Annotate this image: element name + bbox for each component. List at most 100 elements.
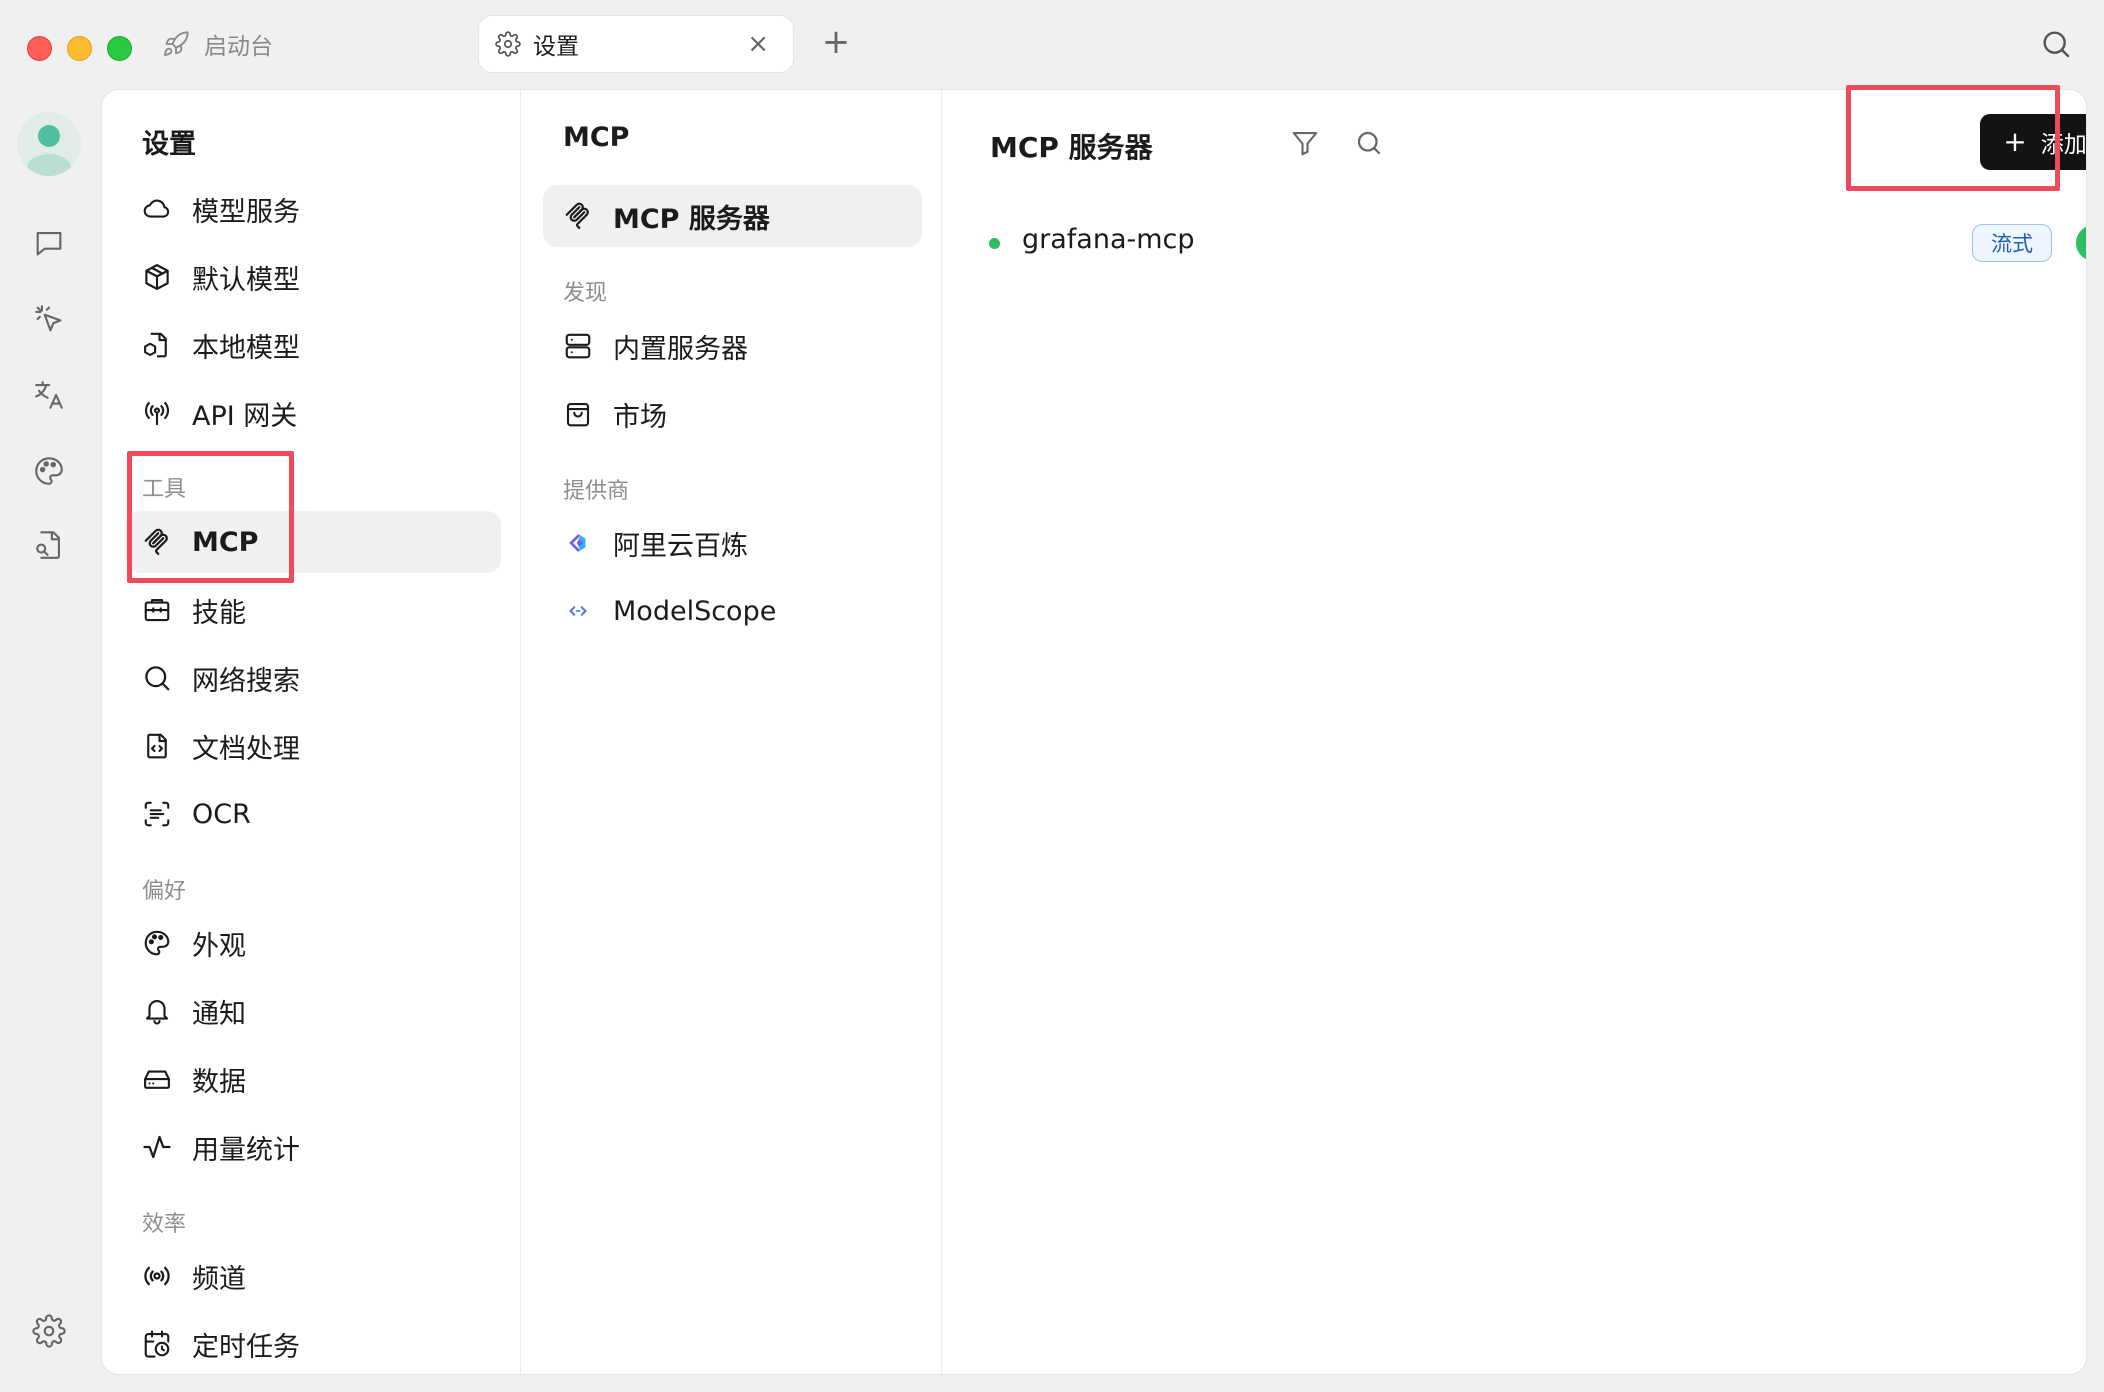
palette-icon xyxy=(142,928,172,958)
subnav-item-label: 市场 xyxy=(613,401,667,433)
subnav-item-marketplace[interactable]: 市场 xyxy=(521,383,921,445)
file-search-icon[interactable] xyxy=(32,528,66,562)
sidebar-item-label: 用量统计 xyxy=(192,1134,300,1166)
translate-icon[interactable] xyxy=(32,378,66,412)
toolbox-icon xyxy=(142,595,172,625)
section-label-preferences: 偏好 xyxy=(142,879,187,904)
sidebar-item-label: MCP xyxy=(192,526,259,558)
sidebar-item-label: API 网关 xyxy=(192,400,298,432)
pointer-click-icon[interactable] xyxy=(32,302,66,336)
drive-icon xyxy=(142,1064,172,1094)
settings-gear-icon[interactable] xyxy=(32,1314,66,1348)
window-maximize-button[interactable] xyxy=(107,36,132,61)
mcp-servers-main: MCP 服务器 + 添加 grafana-mcp 流式 xyxy=(942,90,2086,1374)
sidebar-item-usage-stats[interactable]: 用量统计 xyxy=(102,1116,501,1178)
sidebar-item-notifications[interactable]: 通知 xyxy=(102,980,501,1042)
window-minimize-button[interactable] xyxy=(67,36,92,61)
document-code-icon xyxy=(142,731,172,761)
subnav-item-modelscope[interactable]: ModelScope xyxy=(521,580,921,642)
section-label-tools: 工具 xyxy=(142,477,187,502)
section-label-efficiency: 效率 xyxy=(142,1212,187,1237)
sidebar-item-local-model[interactable]: 本地模型 xyxy=(102,314,501,376)
sidebar-item-label: 外观 xyxy=(192,930,246,962)
bailian-logo-icon xyxy=(563,528,593,558)
transport-badge: 流式 xyxy=(1972,224,2052,262)
modelscope-logo-icon xyxy=(563,596,593,626)
mcp-icon xyxy=(142,527,172,557)
sidebar-item-api-gateway[interactable]: API 网关 xyxy=(102,382,501,444)
gear-icon xyxy=(495,31,521,57)
chat-icon[interactable] xyxy=(32,226,66,260)
bell-icon xyxy=(142,996,172,1026)
calendar-clock-icon xyxy=(142,1329,172,1359)
server-row-grafana-mcp[interactable]: grafana-mcp 流式 xyxy=(942,212,2086,272)
mcp-icon xyxy=(563,201,593,231)
sidebar-item-label: OCR xyxy=(192,798,251,830)
sidebar-item-label: 通知 xyxy=(192,998,246,1030)
search-icon[interactable] xyxy=(1354,128,1384,158)
sidebar-item-scheduled-tasks[interactable]: 定时任务 xyxy=(102,1313,501,1374)
subnav-item-label: MCP 服务器 xyxy=(613,203,770,235)
cube-icon xyxy=(142,262,172,292)
palette-icon[interactable] xyxy=(32,454,66,488)
sidebar-item-ocr[interactable]: OCR xyxy=(102,783,501,845)
local-model-icon xyxy=(142,330,172,360)
section-label-discover: 发现 xyxy=(563,281,608,306)
sidebar-item-default-model[interactable]: 默认模型 xyxy=(102,246,501,308)
avatar[interactable] xyxy=(17,112,81,176)
sidebar-item-channels[interactable]: 频道 xyxy=(102,1245,501,1307)
app-window: 启动台 设置 × + 设置 模型服务 默认模型 本地模型 API 网关 工具 M… xyxy=(0,0,2104,1392)
settings-title: 设置 xyxy=(142,129,196,160)
sidebar-item-label: 技能 xyxy=(192,597,246,629)
tab-launchpad-label: 启动台 xyxy=(204,34,273,60)
filter-icon[interactable] xyxy=(1290,128,1320,158)
tab-settings-label: 设置 xyxy=(533,34,579,60)
server-enable-toggle[interactable] xyxy=(2076,225,2086,261)
search-icon xyxy=(142,663,172,693)
subnav-item-label: 阿里云百炼 xyxy=(613,530,748,562)
sidebar-item-label: 模型服务 xyxy=(192,196,300,228)
sidebar-item-label: 文档处理 xyxy=(192,733,300,765)
sidebar-item-model-service[interactable]: 模型服务 xyxy=(102,178,501,240)
global-search-icon[interactable] xyxy=(2040,28,2072,60)
sidebar-item-label: 网络搜索 xyxy=(192,665,300,697)
cloud-icon xyxy=(142,194,172,224)
mcp-subnav-title: MCP xyxy=(563,122,630,153)
antenna-icon xyxy=(142,398,172,428)
sidebar-item-skills[interactable]: 技能 xyxy=(102,579,501,641)
subnav-item-label: 内置服务器 xyxy=(613,333,748,365)
mcp-subnav: MCP MCP 服务器 发现 内置服务器 市场 提供商 阿里云百炼 ModelS… xyxy=(521,90,942,1374)
settings-panel: 设置 模型服务 默认模型 本地模型 API 网关 工具 MCP 技能 网络搜索 … xyxy=(101,89,2087,1375)
sidebar-item-label: 定时任务 xyxy=(192,1331,300,1363)
sidebar-item-web-search[interactable]: 网络搜索 xyxy=(102,647,501,709)
new-tab-button[interactable]: + xyxy=(820,24,852,60)
sidebar-item-mcp[interactable]: MCP xyxy=(126,511,501,573)
radio-icon xyxy=(142,1261,172,1291)
tab-settings[interactable]: 设置 × xyxy=(478,15,794,73)
sidebar-item-appearance[interactable]: 外观 xyxy=(102,912,501,974)
sidebar-item-document-processing[interactable]: 文档处理 xyxy=(102,715,501,777)
subnav-item-aliyun-bailian[interactable]: 阿里云百炼 xyxy=(521,512,921,574)
subnav-item-builtin-servers[interactable]: 内置服务器 xyxy=(521,315,921,377)
server-name: grafana-mcp xyxy=(1022,224,1195,255)
shopping-bag-icon xyxy=(563,399,593,429)
settings-sidebar: 设置 模型服务 默认模型 本地模型 API 网关 工具 MCP 技能 网络搜索 … xyxy=(102,90,521,1374)
sidebar-item-label: 数据 xyxy=(192,1066,246,1098)
scan-text-icon xyxy=(142,799,172,829)
window-close-button[interactable] xyxy=(27,36,52,61)
sidebar-item-label: 频道 xyxy=(192,1263,246,1295)
page-title: MCP 服务器 xyxy=(990,131,1153,164)
plus-icon: + xyxy=(2003,125,2027,158)
tab-close-icon[interactable]: × xyxy=(747,30,769,58)
server-icon xyxy=(563,331,593,361)
sidebar-item-label: 默认模型 xyxy=(192,264,300,296)
tab-launchpad[interactable]: 启动台 xyxy=(162,26,273,62)
activity-icon xyxy=(142,1132,172,1162)
user-avatar-icon xyxy=(27,125,71,176)
subnav-item-mcp-servers[interactable]: MCP 服务器 xyxy=(543,185,922,247)
add-button-label: 添加 xyxy=(2040,132,2087,158)
sidebar-item-data[interactable]: 数据 xyxy=(102,1048,501,1110)
section-label-providers: 提供商 xyxy=(563,479,630,504)
add-server-button[interactable]: + 添加 xyxy=(1980,114,2087,170)
status-dot xyxy=(989,238,1000,249)
